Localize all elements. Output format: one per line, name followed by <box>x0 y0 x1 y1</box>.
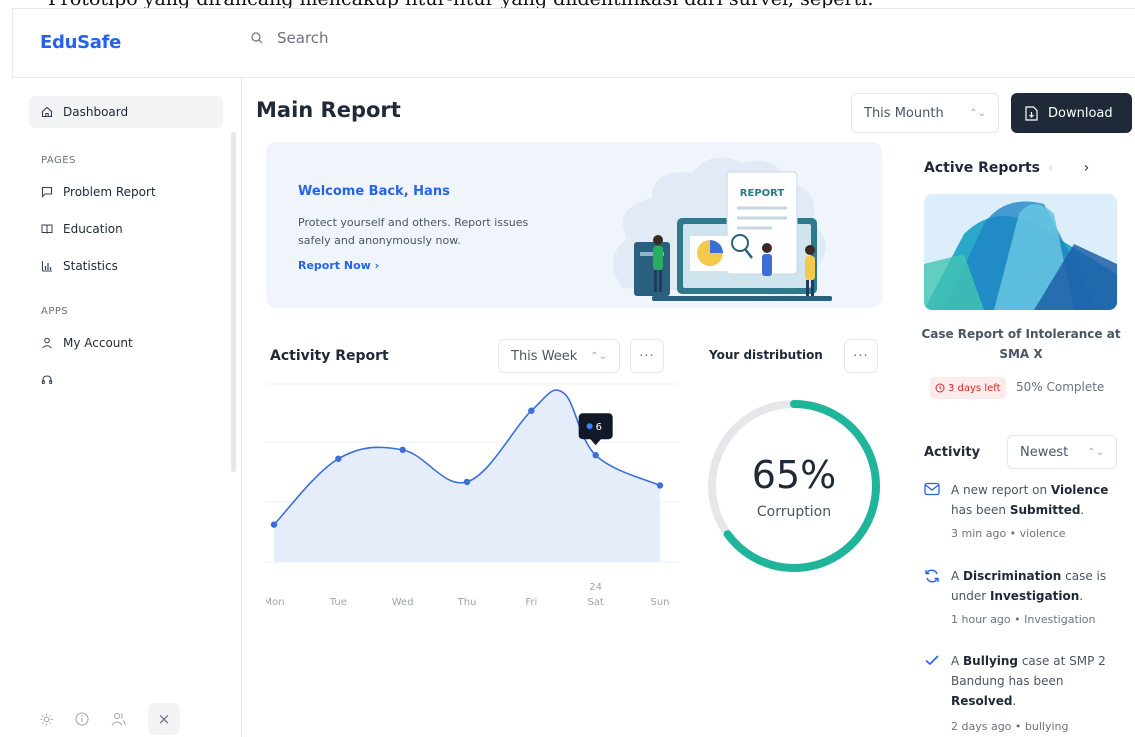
x-tick-label: Fri <box>525 597 537 608</box>
x-tick-label: Sun <box>650 597 669 608</box>
chevron-updown-icon: ⌃⌄ <box>969 107 986 119</box>
sidebar-item-my-account[interactable]: My Account <box>29 327 133 359</box>
app-logo[interactable]: EduSafe <box>40 32 121 53</box>
sidebar-scrollbar[interactable] <box>231 132 236 472</box>
sidebar-item-label: Dashboard <box>63 105 129 119</box>
chart-point-sun[interactable] <box>656 482 664 489</box>
period-select-value: This Mounth <box>864 105 944 121</box>
sidebar-item-label: My Account <box>63 336 133 350</box>
activity-text: A Discrimination case is under Investiga… <box>951 569 1107 603</box>
progress-text: 50% Complete <box>1016 380 1105 394</box>
period-select[interactable]: This Mounth ⌃⌄ <box>851 93 999 133</box>
activity-sort-select[interactable]: Newest ⌃⌄ <box>1007 435 1117 469</box>
chart-point-thu[interactable] <box>463 478 471 486</box>
home-icon <box>41 106 53 118</box>
headset-icon <box>41 375 53 384</box>
sidebar-heading-apps: APPS <box>41 306 69 317</box>
deadline-text: 3 days left <box>948 382 1001 394</box>
week-select[interactable]: This Week ⌃⌄ <box>498 339 620 373</box>
distribution-title: Your distribution <box>709 348 823 362</box>
message-square-icon <box>41 186 53 198</box>
activity-meta: 1 hour ago • Investigation <box>951 613 1096 626</box>
search-input[interactable]: Search <box>277 29 329 47</box>
chevron-right-icon[interactable]: › <box>1084 160 1090 176</box>
carousel-controls: ‹ › <box>1048 160 1089 176</box>
check-icon <box>925 655 939 666</box>
x-tick-label: Thu <box>457 597 477 608</box>
file-download-icon <box>1025 105 1038 121</box>
report-cover-image[interactable] <box>924 194 1117 310</box>
top-bar: EduSafe Search <box>12 8 1135 78</box>
info-icon[interactable] <box>75 712 89 726</box>
chevron-updown-icon: ⌃⌄ <box>1087 446 1104 458</box>
activity-report-title: Activity Report <box>270 348 389 364</box>
report-now-link[interactable]: Report Now › <box>298 259 379 272</box>
welcome-banner: Welcome Back, Hans Protect yourself and … <box>266 142 882 308</box>
sidebar-heading-pages: PAGES <box>41 155 76 166</box>
activity-title: Activity <box>924 445 981 460</box>
users-icon[interactable] <box>111 712 126 726</box>
activity-meta: 3 min ago • violence <box>951 527 1066 540</box>
distribution-more-button[interactable]: ··· <box>844 339 878 373</box>
illustration-label: REPORT <box>740 188 785 199</box>
search-box[interactable]: Search <box>251 29 329 47</box>
more-horizontal-icon: ··· <box>639 348 655 364</box>
activity-report-more-button[interactable]: ··· <box>630 339 664 373</box>
activity-text: A new report on Violence has been Submit… <box>951 483 1109 517</box>
chart-point-tue[interactable] <box>335 455 342 462</box>
abstract-glass-image <box>924 194 1117 310</box>
activity-sort-value: Newest <box>1020 444 1069 460</box>
sidebar-item-statistics[interactable]: Statistics <box>29 250 118 282</box>
sidebar-item-label: Education <box>63 222 123 236</box>
more-horizontal-icon: ··· <box>853 348 869 364</box>
active-reports-title: Active Reports <box>924 160 1040 176</box>
case-title[interactable]: Case Report of Intolerance at SMA X <box>920 324 1122 364</box>
distribution-percent: 65% <box>752 453 836 497</box>
mail-icon <box>924 482 940 496</box>
close-icon: × <box>157 710 171 728</box>
x-tick-label: Tue <box>329 597 347 608</box>
user-icon <box>42 337 52 349</box>
bar-chart-icon <box>42 261 52 272</box>
refresh-icon <box>925 569 939 583</box>
sidebar-item-dashboard[interactable]: Dashboard <box>29 96 223 128</box>
chevron-updown-icon: ⌃⌄ <box>590 350 607 362</box>
download-button[interactable]: Download <box>1011 93 1132 133</box>
sidebar-footer: × <box>40 703 180 735</box>
activity-text: A Bullying case at SMP 2 Bandung has bee… <box>951 654 1106 708</box>
activity-line-chart: Mon Tue Wed Thu Fri Sat 24 Sun 6 <box>266 383 678 608</box>
search-icon <box>251 32 263 44</box>
chart-point-mon[interactable] <box>270 521 278 528</box>
sidebar-item-label: Problem Report <box>63 185 156 199</box>
book-icon <box>41 224 53 234</box>
welcome-heading: Welcome Back, Hans <box>298 184 450 199</box>
distribution-ring-chart: 65% Corruption <box>708 400 880 572</box>
sidebar: Dashboard PAGES Problem Report Education… <box>12 78 242 737</box>
download-button-label: Download <box>1048 105 1113 121</box>
report-illustration: REPORT <box>613 157 832 301</box>
clock-icon <box>935 383 945 393</box>
chart-point-sat[interactable] <box>592 452 599 459</box>
chevron-right-icon: › <box>374 259 380 272</box>
chart-point-wed[interactable] <box>399 446 406 454</box>
sidebar-item-problem-report[interactable]: Problem Report <box>29 176 156 208</box>
week-select-value: This Week <box>511 348 578 364</box>
sun-icon[interactable] <box>40 713 53 726</box>
close-sidebar-button[interactable]: × <box>148 703 180 735</box>
sidebar-item-education[interactable]: Education <box>29 213 123 245</box>
deadline-badge: 3 days left <box>930 377 1006 399</box>
chart-point-fri[interactable] <box>528 407 535 414</box>
activity-meta: 2 days ago • bullying <box>951 720 1069 733</box>
welcome-text: Protect yourself and others. Report issu… <box>298 216 529 247</box>
x-tick-label: Mon <box>266 597 285 608</box>
page-title: Main Report <box>256 98 401 122</box>
tooltip-value: 6 <box>596 422 602 433</box>
x-tick-sublabel: 24 <box>589 582 602 593</box>
x-tick-label: Sat <box>587 597 603 608</box>
sidebar-item-label: Statistics <box>63 259 118 273</box>
x-tick-label: Wed <box>392 597 414 608</box>
chevron-left-icon[interactable]: ‹ <box>1048 160 1054 176</box>
distribution-label: Corruption <box>757 504 831 520</box>
sidebar-item-support[interactable] <box>29 364 53 396</box>
